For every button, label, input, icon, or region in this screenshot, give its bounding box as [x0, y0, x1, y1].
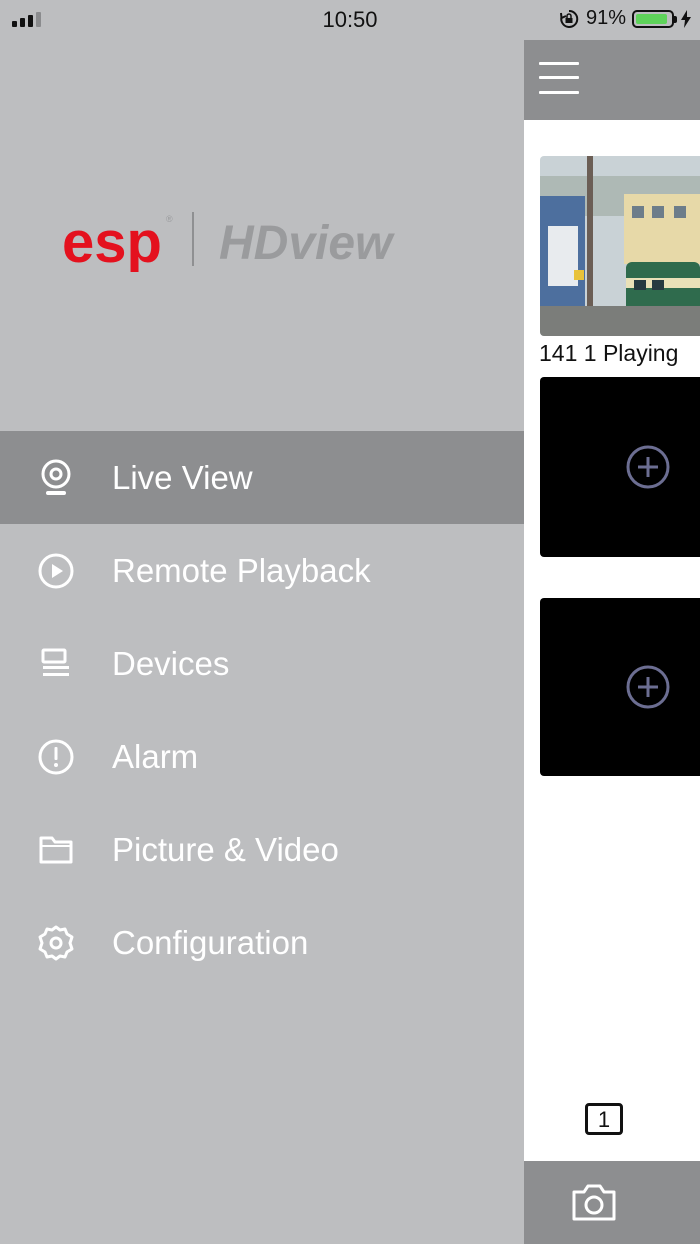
tile-status-label: 141 1 Playing [539, 340, 679, 366]
alarm-icon [36, 737, 76, 777]
add-channel-icon [626, 445, 670, 489]
top-bar [524, 40, 700, 120]
camera-feed-thumbnail[interactable] [540, 156, 700, 336]
playback-icon [36, 551, 76, 591]
orientation-lock-icon [559, 9, 579, 28]
status-bar: 10:50 91% [0, 0, 700, 40]
drawer-menu: Live View Remote Playback Devices Alarm … [0, 431, 524, 989]
charging-icon [681, 9, 691, 28]
esp-hdview-logo: esp ® HDview [62, 210, 395, 272]
menu-item-live-view[interactable]: Live View [0, 431, 524, 524]
folder-icon [36, 830, 76, 870]
trademark-mark: ® [166, 214, 173, 224]
hamburger-menu-icon[interactable] [539, 60, 581, 96]
logo-brand-text: esp [62, 210, 162, 272]
menu-item-devices[interactable]: Devices [0, 617, 524, 710]
menu-label-remote-playback: Remote Playback [112, 551, 371, 589]
gear-icon [36, 923, 76, 963]
menu-label-alarm: Alarm [112, 737, 199, 775]
navigation-drawer: esp ® HDview Live View Remote Playback D… [0, 0, 524, 1244]
menu-label-picture-video: Picture & Video [112, 830, 339, 868]
live-view-panel: 141 1 Playing 1 [524, 40, 700, 1244]
devices-icon [36, 644, 76, 684]
menu-label-configuration: Configuration [112, 923, 309, 961]
menu-label-live-view: Live View [112, 458, 253, 496]
menu-label-devices: Devices [112, 644, 230, 682]
bottom-toolbar [524, 1161, 700, 1244]
menu-item-alarm[interactable]: Alarm [0, 710, 524, 803]
live-view-icon [36, 458, 76, 498]
battery-percent: 91% [585, 7, 626, 29]
battery-level-fill [636, 13, 667, 24]
page-indicator[interactable]: 1 [585, 1103, 623, 1135]
menu-item-remote-playback[interactable]: Remote Playback [0, 524, 524, 617]
logo-product-text: HDview [219, 217, 395, 270]
snapshot-camera-icon[interactable] [570, 1181, 618, 1223]
empty-channel-tile[interactable] [540, 377, 700, 557]
add-channel-icon [626, 665, 670, 709]
menu-item-configuration[interactable]: Configuration [0, 896, 524, 989]
empty-channel-tile[interactable] [540, 598, 700, 776]
battery-icon [632, 9, 677, 28]
camera-feed-image [540, 156, 700, 336]
menu-item-picture-video[interactable]: Picture & Video [0, 803, 524, 896]
